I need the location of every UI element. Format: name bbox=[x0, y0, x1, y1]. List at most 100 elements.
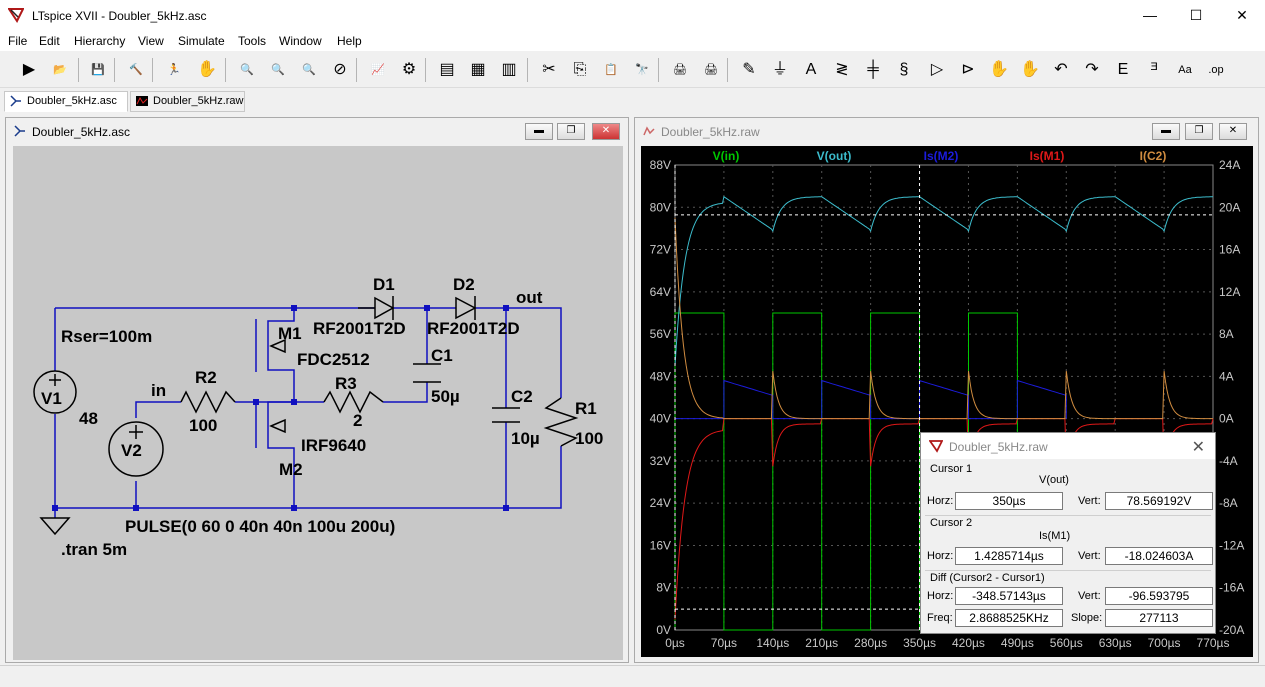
r3-value-label: 2 bbox=[353, 411, 362, 430]
x-tick-label: 560µs bbox=[1050, 636, 1083, 650]
menu-simulate[interactable]: Simulate bbox=[178, 34, 225, 48]
print-icon[interactable]: 🖨 bbox=[668, 58, 692, 82]
close-icon[interactable]: ✕ bbox=[1192, 437, 1205, 457]
menu-file[interactable]: File bbox=[8, 34, 27, 48]
ground-icon[interactable]: ⏚ bbox=[768, 58, 792, 82]
x-tick-label: 70µs bbox=[711, 636, 737, 650]
schematic-close-button[interactable]: ✕ bbox=[592, 123, 620, 140]
drag-icon[interactable]: ✋ bbox=[1018, 58, 1042, 82]
find-icon[interactable]: 🔭 bbox=[630, 58, 654, 82]
schematic-restore-button[interactable]: ❐ bbox=[557, 123, 585, 140]
waveform-close-button[interactable]: ✕ bbox=[1219, 123, 1247, 140]
status-bar bbox=[0, 665, 1265, 687]
y2-tick-label: 24A bbox=[1219, 158, 1240, 172]
diff-horz-field[interactable]: -348.57143µs bbox=[955, 587, 1063, 605]
menu-edit[interactable]: Edit bbox=[39, 34, 60, 48]
halt-icon[interactable]: 🏃 bbox=[162, 58, 186, 82]
cursor2-horz-field[interactable]: 1.4285714µs bbox=[955, 547, 1063, 565]
close-button[interactable]: ✕ bbox=[1219, 0, 1265, 31]
label-net-icon[interactable]: A bbox=[799, 58, 823, 82]
tran-directive: .tran 5m bbox=[61, 540, 127, 559]
menu-help[interactable]: Help bbox=[337, 34, 362, 48]
tab-waveform[interactable]: Doubler_5kHz.raw bbox=[130, 91, 245, 112]
group-divider bbox=[925, 570, 1211, 571]
y-tick-label: 24V bbox=[650, 496, 671, 510]
tile-horiz-icon[interactable]: ▤ bbox=[435, 58, 459, 82]
rotate-icon[interactable]: E bbox=[1111, 58, 1135, 82]
inductor-icon[interactable]: § bbox=[892, 58, 916, 82]
m2-label: M2 bbox=[279, 460, 303, 479]
cursor1-horz-field[interactable]: 350µs bbox=[955, 492, 1063, 510]
component-icon[interactable]: ⊳ bbox=[956, 58, 980, 82]
cut-icon[interactable]: ✂ bbox=[537, 58, 561, 82]
draw-wire-icon[interactable]: ✎ bbox=[737, 58, 761, 82]
mirror-icon[interactable]: ᴲ bbox=[1142, 58, 1166, 82]
schematic-title: Doubler_5kHz.asc bbox=[32, 125, 131, 139]
diff-vert-field[interactable]: -96.593795 bbox=[1105, 587, 1213, 605]
v1-label: V1 bbox=[41, 389, 62, 408]
freq-field[interactable]: 2.8688525KHz bbox=[955, 609, 1063, 627]
c2-label: C2 bbox=[511, 387, 533, 406]
open-icon[interactable]: 📂 bbox=[48, 58, 72, 82]
capacitor-icon[interactable]: ╪ bbox=[861, 58, 885, 82]
save-icon[interactable]: 💾 bbox=[86, 58, 110, 82]
ltspice-logo-icon bbox=[929, 440, 943, 453]
x-tick-label: 140µs bbox=[756, 636, 789, 650]
slope-field[interactable]: 277113 bbox=[1105, 609, 1213, 627]
cursor2-vert-field[interactable]: -18.024603A bbox=[1105, 547, 1213, 565]
redo-icon[interactable]: ↷ bbox=[1080, 58, 1104, 82]
y2-tick-label: 16A bbox=[1219, 243, 1240, 257]
minimize-button[interactable]: — bbox=[1127, 0, 1173, 31]
plot-settings-icon[interactable]: ⚙ bbox=[397, 58, 421, 82]
d1-model-label: RF2001T2D bbox=[313, 319, 406, 338]
menu-hierarchy[interactable]: Hierarchy bbox=[74, 34, 125, 48]
cursor-readout-dialog: Doubler_5kHz.raw ✕ Cursor 1 V(out) Horz:… bbox=[920, 432, 1216, 634]
control-panel-icon[interactable]: 🔨 bbox=[124, 58, 148, 82]
y2-tick-label: -12A bbox=[1219, 538, 1244, 552]
zoom-fit-icon[interactable]: 🔍 bbox=[266, 58, 290, 82]
zoom-cancel-icon[interactable]: ⊘ bbox=[328, 58, 352, 82]
cursor1-label: Cursor 1 bbox=[930, 463, 973, 475]
menu-window[interactable]: Window bbox=[279, 34, 322, 48]
schematic-minimize-button[interactable]: ▬ bbox=[525, 123, 553, 140]
waveform-restore-button[interactable]: ❐ bbox=[1185, 123, 1213, 140]
slope-label: Slope: bbox=[1071, 612, 1103, 624]
spice-directive-icon[interactable]: .op bbox=[1204, 58, 1228, 82]
ltspice-logo-icon bbox=[8, 8, 24, 23]
zoom-in-icon[interactable]: 🔍 bbox=[235, 58, 259, 82]
paste-icon[interactable]: 📋 bbox=[599, 58, 623, 82]
print-setup-icon[interactable]: 🖨 bbox=[699, 58, 723, 82]
zoom-out-icon[interactable]: 🔍 bbox=[297, 58, 321, 82]
x-tick-label: 0µs bbox=[665, 636, 685, 650]
diode-icon[interactable]: ▷ bbox=[925, 58, 949, 82]
tile-vert-icon[interactable]: ▥ bbox=[497, 58, 521, 82]
tab-schematic[interactable]: Doubler_5kHz.asc bbox=[4, 91, 128, 112]
y2-tick-label: 4A bbox=[1219, 369, 1234, 383]
menu-tools[interactable]: Tools bbox=[238, 34, 266, 48]
cursor2-trace: Is(M1) bbox=[1039, 530, 1071, 542]
menu-view[interactable]: View bbox=[138, 34, 164, 48]
undo-icon[interactable]: ↶ bbox=[1049, 58, 1073, 82]
move-icon[interactable]: ✋ bbox=[987, 58, 1011, 82]
y-tick-label: 88V bbox=[650, 158, 671, 172]
autorange-icon[interactable]: 📈 bbox=[366, 58, 390, 82]
d1-label: D1 bbox=[373, 275, 395, 294]
toolbar: ▶ 📂 💾 🔨 🏃 ✋ 🔍 🔍 🔍 ⊘ 📈 ⚙ ▤ ▦ ▥ ✂ ⎘ 📋 🔭 🖨 🖨 ✎ ⏚ A ≷ ╪ § ▷ ⊳ ✋ ✋ ↶ ↷ Eᴲ Aa .op bbox=[0, 52, 1265, 88]
window-title: LTspice XVII - Doubler_5kHz.asc bbox=[32, 9, 207, 23]
cascade-icon[interactable]: ▦ bbox=[466, 58, 490, 82]
cursor1-vert-field[interactable]: 78.569192V bbox=[1105, 492, 1213, 510]
trace-label-2: Is(M2) bbox=[924, 149, 959, 163]
run-icon[interactable]: ▶ bbox=[17, 58, 41, 82]
schematic-canvas[interactable]: D1 D2 out RF2001T2D RF2001T2D Rser=100m … bbox=[13, 146, 623, 660]
pulse-directive: PULSE(0 60 0 40n 40n 100u 200u) bbox=[125, 517, 395, 536]
maximize-button[interactable]: ☐ bbox=[1173, 0, 1219, 31]
pan-hand-icon[interactable]: ✋ bbox=[195, 58, 219, 82]
out-label: out bbox=[516, 288, 543, 307]
copy-icon[interactable]: ⎘ bbox=[568, 58, 592, 82]
x-tick-label: 210µs bbox=[805, 636, 838, 650]
waveform-minimize-button[interactable]: ▬ bbox=[1152, 123, 1180, 140]
rser-label: Rser=100m bbox=[61, 327, 152, 346]
tab-label: Doubler_5kHz.raw bbox=[153, 95, 244, 107]
text-icon[interactable]: Aa bbox=[1173, 58, 1197, 82]
resistor-icon[interactable]: ≷ bbox=[830, 58, 854, 82]
